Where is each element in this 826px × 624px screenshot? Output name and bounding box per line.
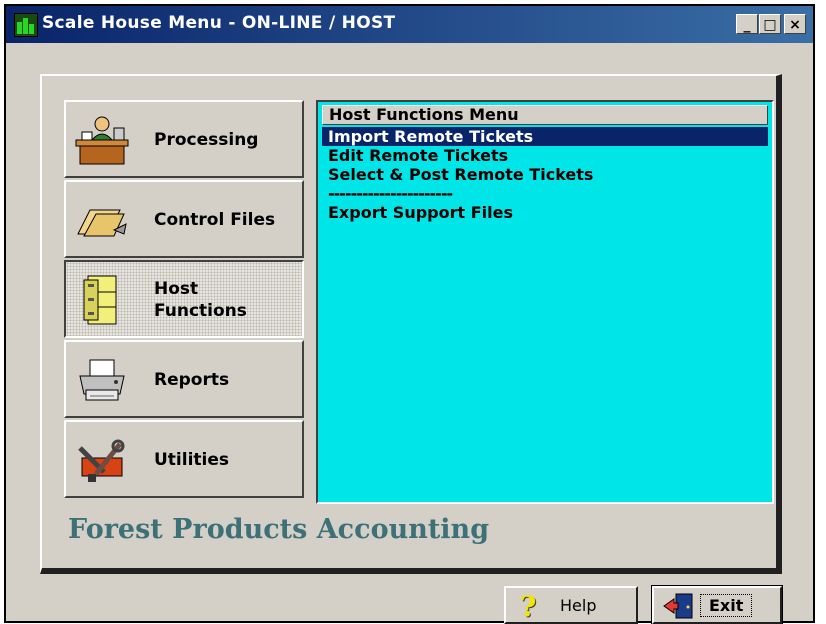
brand-text: Forest Products Accounting	[68, 514, 490, 545]
close-button[interactable]: ×	[784, 14, 806, 34]
menu-separator: ----------------------	[328, 184, 453, 203]
host-functions-menu[interactable]: Host Functions Menu Import Remote Ticket…	[316, 100, 774, 504]
question-mark-icon: ?	[520, 590, 537, 623]
menu-list[interactable]: Import Remote Tickets Edit Remote Ticket…	[322, 127, 768, 222]
exit-button-label: Exit	[700, 594, 753, 617]
app-window: Scale House Menu - ON-LINE / HOST _ □ × …	[4, 4, 815, 624]
nav-host-functions-label-line2: Functions	[154, 301, 247, 321]
desk-person-icon	[75, 116, 129, 165]
menu-item-select-post-remote-tickets[interactable]: Select & Post Remote Tickets	[322, 165, 768, 184]
filing-cabinet-icon	[83, 275, 117, 325]
nav-reports-button[interactable]: Reports	[64, 340, 304, 418]
tools-icon	[78, 439, 125, 482]
nav-utilities-label: Utilities	[154, 450, 230, 470]
nav-host-functions-button[interactable]: Host Functions	[64, 260, 304, 338]
nav-host-functions-label: Host Functions	[154, 278, 247, 322]
menu-item-import-remote-tickets[interactable]: Import Remote Tickets	[322, 127, 768, 146]
window-title: Scale House Menu - ON-LINE / HOST	[42, 13, 396, 33]
nav-control-files-button[interactable]: Control Files	[64, 180, 304, 258]
folder-icon	[77, 209, 127, 237]
menu-item-export-support-files[interactable]: Export Support Files	[322, 203, 768, 222]
nav-host-functions-label-line1: Host	[154, 279, 199, 299]
nav-processing-label: Processing	[154, 130, 259, 150]
menu-header: Host Functions Menu	[322, 105, 768, 125]
title-bar[interactable]: Scale House Menu - ON-LINE / HOST _ □ ×	[6, 6, 813, 43]
exit-door-icon	[663, 593, 693, 619]
exit-button[interactable]: Exit	[651, 585, 783, 624]
menu-item-edit-remote-tickets[interactable]: Edit Remote Tickets	[322, 146, 768, 165]
minimize-button[interactable]: _	[736, 14, 758, 34]
main-panel: Processing Control Files Host Functions …	[40, 74, 782, 574]
printer-icon	[79, 359, 125, 401]
maximize-button[interactable]: □	[759, 14, 781, 34]
help-button-label: Help	[560, 596, 597, 615]
nav-processing-button[interactable]: Processing	[64, 100, 304, 178]
help-button[interactable]: ? Help	[504, 586, 638, 624]
nav-control-files-label: Control Files	[154, 210, 276, 230]
nav-utilities-button[interactable]: Utilities	[64, 420, 304, 498]
nav-reports-label: Reports	[154, 370, 230, 390]
app-trees-icon	[14, 13, 38, 37]
